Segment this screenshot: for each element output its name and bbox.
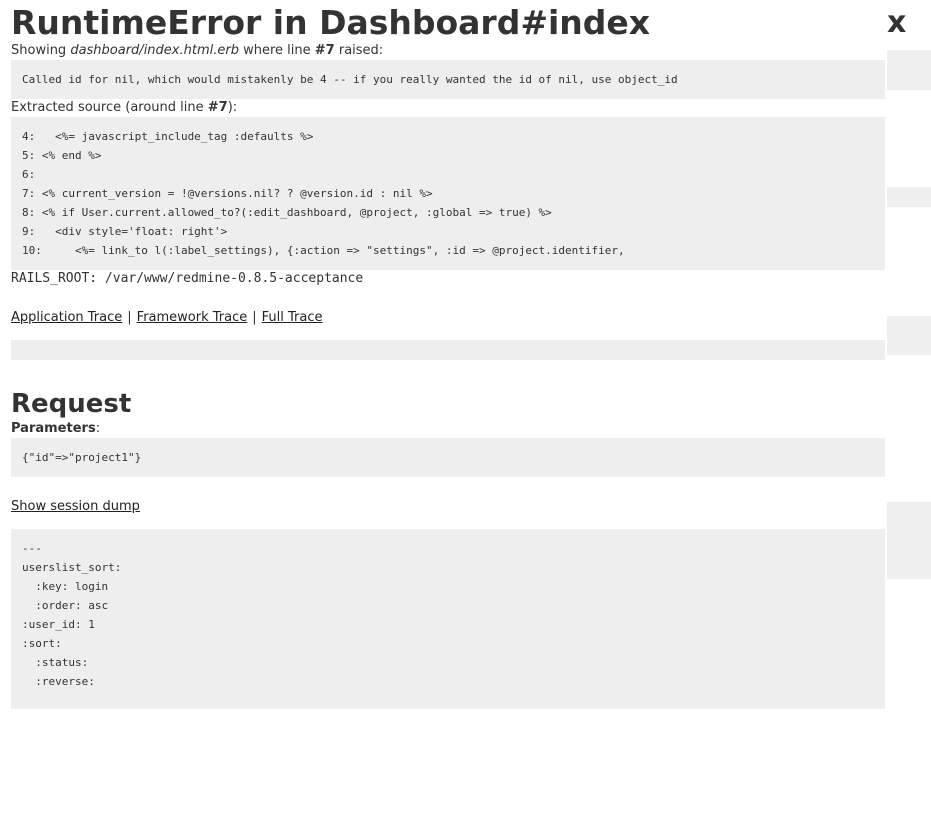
parameters-label: Parameters: bbox=[11, 420, 885, 438]
session-line: userslist_sort: bbox=[22, 561, 122, 574]
page-title: RuntimeError in Dashboard#index bbox=[11, 3, 651, 42]
request-heading: Request bbox=[11, 389, 132, 419]
extracted-suffix: ): bbox=[227, 100, 238, 115]
application-trace-link[interactable]: Application Trace bbox=[11, 310, 122, 325]
template-path: dashboard/index.html.erb bbox=[70, 43, 239, 58]
session-line: :key: login bbox=[22, 580, 109, 593]
full-trace-link[interactable]: Full Trace bbox=[262, 310, 323, 325]
side-panel-block-4 bbox=[887, 502, 931, 579]
side-panel-block-3 bbox=[887, 316, 931, 355]
extracted-source-label: Extracted source (around line #7): bbox=[11, 99, 885, 117]
parameters-label-text: Parameters bbox=[11, 421, 96, 436]
error-page: RuntimeError in Dashboard#index Showing … bbox=[11, 0, 885, 709]
parameters-box: {"id"=>"project1"} bbox=[11, 438, 885, 477]
source-line: 5: <% end %> bbox=[22, 149, 102, 162]
session-line: :user_id: 1 bbox=[22, 618, 95, 631]
parameters-value: {"id"=>"project1"} bbox=[22, 451, 142, 464]
extracted-prefix: Extracted source (around line bbox=[11, 100, 208, 115]
source-line: 9: <div style='float: right'> bbox=[22, 225, 228, 238]
source-line: 6: bbox=[22, 168, 36, 181]
showing-prefix: Showing bbox=[11, 43, 71, 58]
source-line: 8: <% if User.current.allowed_to?(:edit_… bbox=[22, 206, 552, 219]
extracted-source-box: 4: <%= javascript_include_tag :defaults … bbox=[11, 117, 885, 270]
line-number: #7 bbox=[314, 43, 335, 58]
source-line: 10: <%= link_to l(:label_settings), {:ac… bbox=[22, 244, 625, 257]
session-dump-toggle: Show session dump bbox=[11, 498, 885, 516]
parameters-colon: : bbox=[95, 421, 101, 436]
session-dump-box: --- userslist_sort: :key: login :order: … bbox=[11, 529, 885, 709]
error-message: Called id for nil, which would mistakenl… bbox=[22, 73, 678, 86]
showing-suffix: raised: bbox=[334, 43, 384, 58]
source-line: 7: <% current_version = !@versions.nil? … bbox=[22, 187, 433, 200]
show-session-dump-link[interactable]: Show session dump bbox=[11, 499, 140, 514]
session-line: :status: bbox=[22, 656, 89, 669]
trace-box bbox=[11, 340, 885, 360]
rails-root: RAILS_ROOT: /var/www/redmine-0.8.5-accep… bbox=[11, 271, 364, 286]
session-line: --- bbox=[22, 542, 42, 555]
error-message-box: Called id for nil, which would mistakenl… bbox=[11, 60, 885, 99]
showing-template-line: Showing dashboard/index.html.erb where l… bbox=[11, 42, 885, 60]
session-line: :sort: bbox=[22, 637, 62, 650]
close-button[interactable]: x bbox=[887, 6, 906, 40]
framework-trace-link[interactable]: Framework Trace bbox=[137, 310, 248, 325]
source-line: 4: <%= javascript_include_tag :defaults … bbox=[22, 130, 314, 143]
side-panel-block-2 bbox=[887, 187, 931, 207]
trace-links: Application Trace | Framework Trace | Full T… bbox=[11, 309, 885, 327]
showing-middle: where line bbox=[238, 43, 315, 58]
trace-separator: | bbox=[127, 310, 132, 325]
extracted-line-number: #7 bbox=[207, 100, 228, 115]
session-line: :order: asc bbox=[22, 599, 109, 612]
trace-separator: | bbox=[252, 310, 257, 325]
side-panel-block-1 bbox=[887, 50, 931, 90]
session-line: :reverse: bbox=[22, 675, 95, 688]
